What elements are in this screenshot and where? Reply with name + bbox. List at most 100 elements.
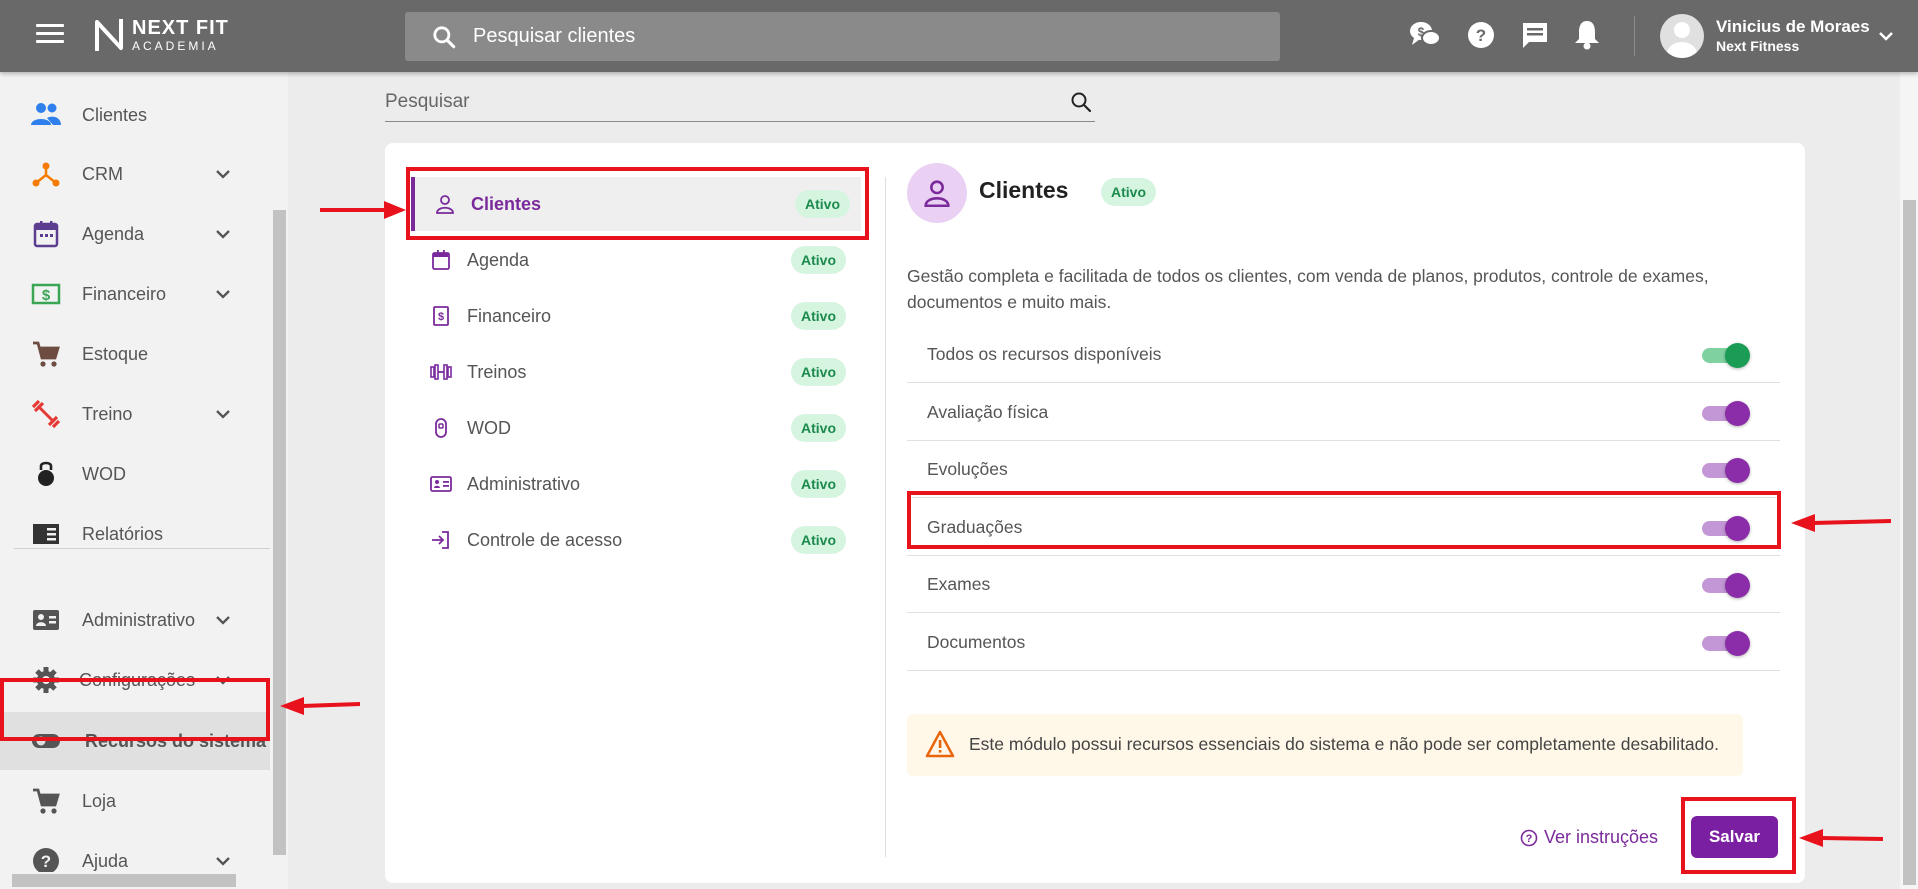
- module-search-placeholder: Pesquisar: [385, 91, 470, 112]
- module-avatar: [907, 163, 967, 223]
- module-label: Financeiro: [467, 305, 552, 326]
- module-item-administrativo[interactable]: Administrativo Ativo: [411, 457, 861, 511]
- feature-row: Todos os recursos disponíveis: [907, 326, 1780, 383]
- kettlebell-icon: [435, 418, 447, 438]
- status-badge: Ativo: [791, 246, 846, 274]
- feature-toggle[interactable]: [1702, 458, 1750, 483]
- sidebar-item-label: Financeiro: [82, 283, 167, 304]
- svg-text:?: ?: [41, 852, 51, 871]
- module-item-controle-de-acesso[interactable]: Controle de acesso Ativo: [411, 513, 861, 567]
- annotation-box-graduacoes: [907, 491, 1781, 549]
- annotation-box-save: [1681, 797, 1796, 874]
- sidebar-item-estoque[interactable]: Estoque: [0, 325, 270, 383]
- chevron-down-icon[interactable]: [212, 283, 234, 305]
- sidebar-vertical-scrollbar[interactable]: [270, 72, 288, 872]
- module-item-financeiro[interactable]: $ Financeiro Ativo: [411, 289, 861, 343]
- sidebar-divider: [14, 548, 270, 549]
- kettlebell-icon: [38, 461, 54, 486]
- feature-label: Evoluções: [927, 459, 1008, 479]
- logo[interactable]: NEXT FIT ACADEMIA: [94, 16, 229, 54]
- sidebar-item-clientes[interactable]: Clientes: [0, 86, 270, 144]
- sidebar-item-treino[interactable]: Treino: [0, 385, 270, 443]
- avatar[interactable]: [1660, 14, 1704, 58]
- search-icon[interactable]: [1069, 90, 1093, 114]
- module-label: Treinos: [467, 361, 527, 382]
- help-icon[interactable]: ?: [1466, 20, 1500, 54]
- sidebar-item-label: CRM: [82, 163, 123, 184]
- sidebar-item-financeiro[interactable]: $ Financeiro: [0, 265, 270, 323]
- feature-row: Avaliação física: [907, 384, 1780, 441]
- sidebar-item-loja[interactable]: Loja: [0, 772, 270, 830]
- module-item-agenda[interactable]: Agenda Ativo: [411, 233, 861, 287]
- module-description: Gestão completa e facilitada de todos os…: [907, 266, 1709, 312]
- logo-mark-icon: [95, 19, 123, 51]
- chevron-down-icon[interactable]: [1876, 26, 1896, 46]
- module-label: Agenda: [467, 249, 530, 270]
- dumbbell-icon: [31, 399, 61, 429]
- chevron-down-icon[interactable]: [212, 609, 234, 631]
- search-icon: [433, 25, 456, 48]
- warning-text: Este módulo possui recursos essenciais d…: [969, 734, 1719, 754]
- svg-text:$: $: [438, 311, 444, 323]
- help-circle-icon: ?: [1520, 829, 1538, 846]
- status-badge: Ativo: [791, 470, 846, 498]
- feature-toggle[interactable]: [1702, 401, 1750, 426]
- avatar-silhouette-icon: [1667, 22, 1697, 58]
- message-icon[interactable]: [1520, 20, 1554, 54]
- feature-toggle[interactable]: [1702, 631, 1750, 656]
- annotation-arrow-left: [1791, 514, 1892, 532]
- annotation-box-recursos-do-sistema: [0, 678, 270, 741]
- feature-row: Evoluções: [907, 441, 1780, 498]
- feature-toggle[interactable]: [1702, 573, 1750, 598]
- feature-toggle[interactable]: [1702, 343, 1750, 368]
- login-icon: [432, 531, 449, 549]
- logo-title: NEXT FIT: [132, 17, 229, 39]
- sidebar-item-administrativo[interactable]: Administrativo: [0, 591, 270, 649]
- module-item-treinos[interactable]: Treinos Ativo: [411, 345, 861, 399]
- view-instructions-label: Ver instruções: [1544, 827, 1659, 847]
- sidebar-horizontal-scrollbar[interactable]: [0, 872, 288, 889]
- money-icon: $: [433, 306, 449, 326]
- logo-subtitle: ACADEMIA: [132, 39, 219, 53]
- module-label: Administrativo: [467, 473, 581, 494]
- panel-divider: [885, 177, 886, 857]
- annotation-arrow-left: [1799, 829, 1884, 847]
- hamburger-menu-icon[interactable]: [36, 24, 64, 48]
- chevron-down-icon[interactable]: [212, 163, 234, 185]
- feature-label: Todos os recursos disponíveis: [927, 344, 1162, 364]
- module-search-input[interactable]: Pesquisar: [385, 84, 1095, 122]
- sidebar-item-wod[interactable]: WOD: [0, 445, 270, 503]
- view-instructions-link[interactable]: ? Ver instruções: [1520, 827, 1658, 848]
- status-badge: Ativo: [791, 302, 846, 330]
- svg-text:?: ?: [1526, 833, 1533, 845]
- page-vertical-scrollbar[interactable]: [1900, 72, 1918, 889]
- bell-icon[interactable]: [1572, 18, 1606, 52]
- id-card-icon: [430, 476, 452, 492]
- chevron-down-icon[interactable]: [212, 850, 234, 872]
- sidebar-item-label: Ajuda: [82, 850, 129, 871]
- sidebar: Clientes CRM Agenda $ Financeiro Estoque…: [0, 72, 288, 889]
- chevron-down-icon[interactable]: [212, 403, 234, 425]
- status-badge: Ativo: [791, 414, 846, 442]
- crm-icon: [32, 162, 60, 187]
- feature-row: Exames: [907, 556, 1780, 613]
- client-search-input[interactable]: Pesquisar clientes: [405, 12, 1280, 61]
- sidebar-item-label: Estoque: [82, 343, 149, 364]
- sidebar-item-agenda[interactable]: Agenda: [0, 205, 270, 263]
- chat-dollar-icon[interactable]: $: [1408, 18, 1442, 52]
- sidebar-item-label: Administrativo: [82, 609, 196, 630]
- chevron-down-icon[interactable]: [212, 223, 234, 245]
- cart-icon: [33, 788, 60, 814]
- report-icon: [33, 524, 59, 544]
- calendar-icon: [432, 250, 450, 270]
- module-title: Clientes: [979, 177, 1069, 203]
- warning-icon: [925, 730, 955, 758]
- status-badge: Ativo: [791, 358, 846, 386]
- sidebar-item-relatorios[interactable]: Relatórios: [0, 505, 270, 563]
- module-item-wod[interactable]: WOD Ativo: [411, 401, 861, 455]
- sidebar-item-crm[interactable]: CRM: [0, 145, 270, 203]
- svg-text:?: ?: [1476, 26, 1486, 45]
- feature-label: Exames: [927, 574, 991, 594]
- annotation-arrow-right: [320, 201, 406, 219]
- calendar-icon: [33, 221, 59, 248]
